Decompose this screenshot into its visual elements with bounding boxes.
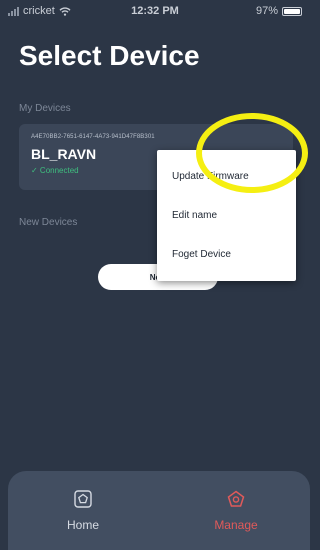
- manage-pentagon-icon: [227, 490, 245, 507]
- device-status: ✓ Connected: [31, 166, 79, 175]
- battery-percent: 97%: [255, 5, 278, 17]
- tab-bar: Home Manage: [8, 471, 310, 550]
- status-bar: cricket 12:32 PM 97%: [0, 0, 310, 22]
- device-uuid: A4E70BB2-7651-6147-4A73-941D47F8B301: [31, 134, 155, 140]
- my-devices-label: My Devices: [19, 103, 71, 114]
- home-pentagon-icon: [74, 490, 92, 508]
- battery-icon: [282, 6, 302, 16]
- status-right: 97%: [256, 5, 302, 17]
- menu-item-edit-name[interactable]: Edit name: [157, 195, 296, 235]
- tab-home[interactable]: Home: [43, 489, 123, 532]
- page-title: Select Device: [19, 40, 200, 71]
- menu-item-forget-device[interactable]: Foget Device: [157, 234, 296, 274]
- highlight-ring: [196, 113, 308, 193]
- device-name: BL_RAVN: [31, 146, 97, 162]
- new-devices-label: New Devices: [19, 217, 78, 228]
- tab-manage[interactable]: Manage: [196, 489, 276, 532]
- tab-manage-label: Manage: [214, 518, 258, 532]
- tab-home-label: Home: [66, 518, 99, 532]
- battery-fill: [284, 8, 300, 14]
